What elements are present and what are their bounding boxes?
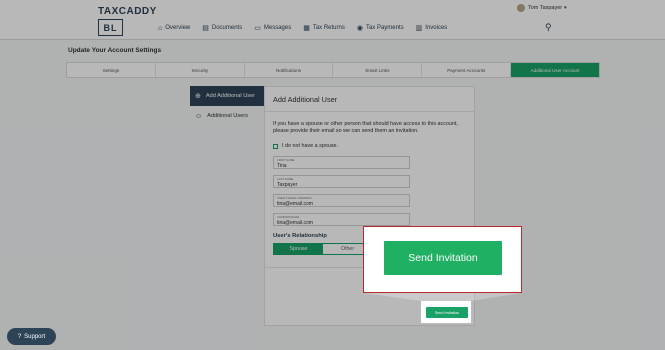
firm-logo[interactable]: BL [98, 19, 123, 36]
no-spouse-label: I do not have a spouse. [282, 143, 339, 149]
field-value: Taxpayer [277, 182, 298, 188]
field-label: LAST NAME [277, 177, 294, 181]
main-nav: ⌂ Overview ▤ Documents ▭ Messages ▦ Tax … [158, 24, 448, 33]
nav-label: Tax Returns [312, 25, 345, 31]
sidebar-item-add-user[interactable]: ⊕ Add Additional User [190, 86, 264, 106]
home-icon: ⌂ [158, 24, 163, 32]
help-icon: ? [17, 333, 22, 340]
tab-smart-links[interactable]: Smart Links [333, 63, 423, 77]
field-value: Tina [277, 163, 287, 169]
tab-security[interactable]: Security [156, 63, 245, 77]
nav-messages[interactable]: ▭ Messages [254, 24, 291, 32]
nav-tax-payments[interactable]: ◉ Tax Payments [357, 24, 404, 32]
confirm-email-field[interactable]: CONFIRM EMAIL tina@email.com [273, 213, 410, 226]
send-invitation-button-zoomed[interactable]: Send Invitation [384, 241, 502, 275]
chevron-down-icon: ▾ [564, 5, 567, 11]
tab-notifications[interactable]: Notifications [245, 63, 334, 77]
user-menu[interactable]: Tom Taxpayer ▾ [517, 4, 567, 12]
tab-payment-accounts[interactable]: Payment Accounts [422, 63, 512, 77]
nav-label: Documents [211, 25, 243, 31]
sidebar-item-additional-users[interactable]: ☺ Additional Users [190, 106, 264, 126]
relationship-label: User's Relationship [273, 233, 327, 239]
settings-tabs: Settings Security Notifications Smart Li… [66, 62, 600, 78]
search-icon[interactable]: ⚲ [545, 22, 552, 33]
nav-invoices[interactable]: ▥ Invoices [416, 24, 448, 32]
users-icon: ☺ [195, 112, 203, 120]
field-label: USER'S EMAIL ADDRESS [277, 196, 312, 200]
email-field[interactable]: USER'S EMAIL ADDRESS tina@email.com [273, 194, 410, 207]
messages-icon: ▭ [254, 25, 261, 32]
nav-label: Messages [263, 25, 292, 31]
no-spouse-row[interactable]: I do not have a spouse. [273, 143, 338, 149]
no-spouse-checkbox[interactable] [273, 143, 278, 149]
tax-payments-icon: ◉ [356, 25, 363, 32]
user-name: Tom Taxpayer [528, 5, 563, 11]
zoom-callout: Send Invitation [363, 226, 522, 293]
last-name-field[interactable]: LAST NAME Taxpayer [273, 175, 410, 188]
field-label: FIRST NAME [277, 158, 295, 162]
panel-title: Add Additional User [273, 95, 338, 104]
tax-returns-icon: ▦ [303, 25, 310, 32]
tab-additional-user-account[interactable]: Additional User Account [511, 63, 599, 77]
sidebar: ⊕ Add Additional User ☺ Additional Users [190, 86, 264, 326]
send-invitation-button[interactable]: Send Invitation [426, 307, 468, 318]
avatar [517, 4, 525, 12]
brand-name: TAXCADDY [98, 6, 157, 17]
nav-documents[interactable]: ▤ Documents [202, 24, 242, 32]
invoices-icon: ▥ [415, 25, 423, 32]
field-value: tina@email.com [277, 201, 313, 207]
form-description: If you have a spouse or other person tha… [273, 121, 458, 134]
relationship-spouse-option[interactable]: Spouse [274, 244, 323, 254]
divider [265, 111, 474, 112]
nav-overview[interactable]: ⌂ Overview [158, 24, 190, 32]
nav-tax-returns[interactable]: ▦ Tax Returns [303, 24, 345, 32]
field-value: tina@email.com [277, 220, 313, 226]
first-name-field[interactable]: FIRST NAME Tina [273, 156, 410, 169]
support-label: Support [24, 333, 46, 340]
top-header: TAXCADDY BL Tom Taxpayer ▾ ⌂ Overview ▤ … [0, 0, 665, 40]
nav-label: Invoices [425, 25, 448, 31]
page-title: Update Your Account Settings [68, 47, 162, 54]
nav-label: Overview [165, 25, 191, 31]
support-button[interactable]: ? Support [7, 328, 56, 345]
tab-settings[interactable]: Settings [67, 63, 156, 77]
sidebar-item-label: Add Additional User [205, 93, 256, 99]
nav-label: Tax Payments [365, 25, 404, 31]
add-user-icon: ⊕ [195, 93, 201, 100]
relationship-toggle: Spouse Other [273, 243, 373, 255]
sidebar-item-label: Additional Users [207, 113, 248, 119]
documents-icon: ▤ [202, 25, 209, 32]
field-label: CONFIRM EMAIL [277, 215, 300, 219]
